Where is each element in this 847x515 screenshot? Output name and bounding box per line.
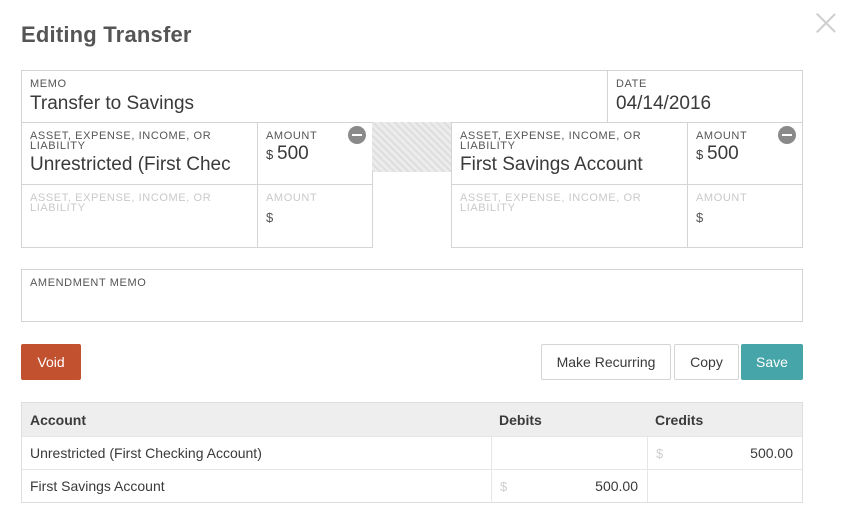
account-column-header: Account <box>30 411 86 428</box>
right-currency: $ <box>696 147 704 162</box>
right-remove-icon[interactable] <box>778 126 796 144</box>
table-row: First Savings Account $ 500.00 <box>22 469 802 502</box>
dialog-title: Editing Transfer <box>21 22 192 47</box>
left-empty-account-label: ASSET, EXPENSE, INCOME, OR LIABILITY <box>30 192 212 214</box>
memo-value: Transfer to Savings <box>30 93 195 114</box>
left-empty-currency: $ <box>266 210 274 225</box>
left-account-label: ASSET, EXPENSE, INCOME, OR LIABILITY <box>30 130 212 152</box>
table-header-row: Account Debits Credits <box>22 403 802 436</box>
right-amount-value: 500 <box>707 143 739 164</box>
memo-label: MEMO <box>30 78 67 90</box>
row-debit: $ 500.00 <box>491 470 647 502</box>
right-amount-field[interactable]: AMOUNT $ 500 <box>687 122 803 185</box>
row-account: Unrestricted (First Checking Account) <box>30 445 262 461</box>
right-empty-amount-label: AMOUNT <box>696 192 748 204</box>
row-credit-currency: $ <box>656 445 664 461</box>
row-debit-value: 500.00 <box>595 478 638 494</box>
left-amount-value: 500 <box>277 143 309 164</box>
row-credit: $ 500.00 <box>647 437 802 469</box>
make-recurring-button[interactable]: Make Recurring <box>541 344 671 380</box>
right-account-field[interactable]: ASSET, EXPENSE, INCOME, OR LIABILITY Fir… <box>451 122 688 185</box>
save-button[interactable]: Save <box>741 344 803 380</box>
right-account-value: First Savings Account <box>460 154 643 175</box>
left-account-empty-field[interactable]: ASSET, EXPENSE, INCOME, OR LIABILITY <box>21 184 258 248</box>
date-field[interactable]: DATE 04/14/2016 <box>607 70 803 123</box>
amendment-memo-label: AMENDMENT MEMO <box>30 277 147 289</box>
credits-column-header: Credits <box>655 411 704 428</box>
date-value: 04/14/2016 <box>616 93 712 114</box>
row-credit <box>647 470 802 502</box>
close-icon[interactable] <box>815 12 837 34</box>
copy-button[interactable]: Copy <box>674 344 739 380</box>
left-remove-icon[interactable] <box>348 126 366 144</box>
row-debit <box>491 437 647 469</box>
right-amount-empty-field[interactable]: AMOUNT $ <box>687 184 803 248</box>
left-account-value: Unrestricted (First Chec <box>30 154 231 175</box>
left-amount-empty-field[interactable]: AMOUNT $ <box>257 184 373 248</box>
left-account-field[interactable]: ASSET, EXPENSE, INCOME, OR LIABILITY Unr… <box>21 122 258 185</box>
left-amount-label: AMOUNT <box>266 130 318 142</box>
amendment-memo-field[interactable]: AMENDMENT MEMO <box>21 269 803 322</box>
debits-column-header: Debits <box>499 411 542 428</box>
journal-table: Account Debits Credits Unrestricted (Fir… <box>21 402 803 503</box>
row-account: First Savings Account <box>30 478 165 494</box>
transfer-divider <box>372 122 452 172</box>
void-button[interactable]: Void <box>21 344 81 380</box>
left-currency: $ <box>266 147 274 162</box>
right-account-label: ASSET, EXPENSE, INCOME, OR LIABILITY <box>460 130 642 152</box>
row-credit-value: 500.00 <box>750 445 793 461</box>
date-label: DATE <box>616 78 647 90</box>
left-empty-amount-label: AMOUNT <box>266 192 318 204</box>
right-empty-account-label: ASSET, EXPENSE, INCOME, OR LIABILITY <box>460 192 642 214</box>
table-row: Unrestricted (First Checking Account) $ … <box>22 436 802 469</box>
right-account-empty-field[interactable]: ASSET, EXPENSE, INCOME, OR LIABILITY <box>451 184 688 248</box>
memo-field[interactable]: MEMO Transfer to Savings <box>21 70 608 123</box>
row-debit-currency: $ <box>500 478 508 494</box>
right-empty-currency: $ <box>696 210 704 225</box>
left-amount-field[interactable]: AMOUNT $ 500 <box>257 122 373 185</box>
right-amount-label: AMOUNT <box>696 130 748 142</box>
